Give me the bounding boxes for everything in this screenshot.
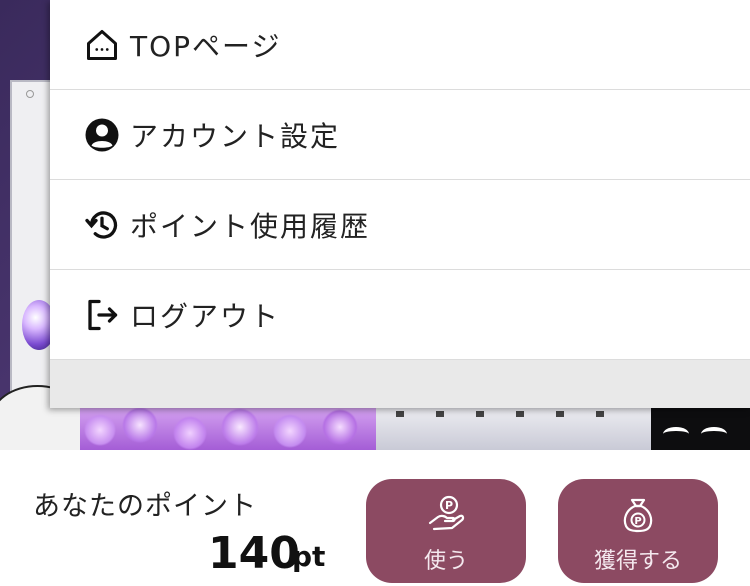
menu-item-label: ログアウト	[130, 299, 281, 333]
menu-item-label: TOPページ	[130, 29, 282, 63]
earn-points-button[interactable]: P 獲得する	[558, 479, 718, 583]
money-bag-icon: P	[618, 495, 658, 535]
background-dark-panel	[651, 405, 750, 450]
background-stage	[376, 405, 651, 450]
menu-item-account-settings[interactable]: アカウント設定	[50, 90, 750, 180]
points-unit: pt	[292, 540, 326, 573]
points-value: 140	[208, 528, 300, 579]
dropdown-menu: TOPページ アカウント設定 ポイント使用履歴 ログアウト	[50, 0, 750, 408]
points-caption: あなたのポイント	[33, 491, 257, 522]
background-jewels	[80, 405, 380, 450]
account-circle-icon	[82, 115, 122, 155]
history-icon	[82, 205, 122, 245]
svg-text:P: P	[445, 499, 453, 512]
use-points-label: 使う	[423, 549, 468, 574]
menu-item-logout[interactable]: ログアウト	[50, 270, 750, 360]
earn-points-label: 獲得する	[593, 549, 682, 574]
menu-item-top[interactable]: TOPページ	[50, 0, 750, 90]
hand-coin-icon: P	[426, 495, 466, 535]
menu-item-label: ポイント使用履歴	[130, 209, 371, 243]
menu-item-point-history[interactable]: ポイント使用履歴	[50, 180, 750, 270]
menu-footer	[50, 360, 750, 408]
logout-icon	[82, 295, 122, 335]
points-bar: あなたのポイント 140 pt P 使う P 獲得する	[0, 450, 750, 586]
menu-item-label: アカウント設定	[130, 119, 341, 153]
svg-text:P: P	[634, 516, 641, 527]
use-points-button[interactable]: P 使う	[366, 479, 526, 583]
home-icon	[82, 25, 122, 65]
